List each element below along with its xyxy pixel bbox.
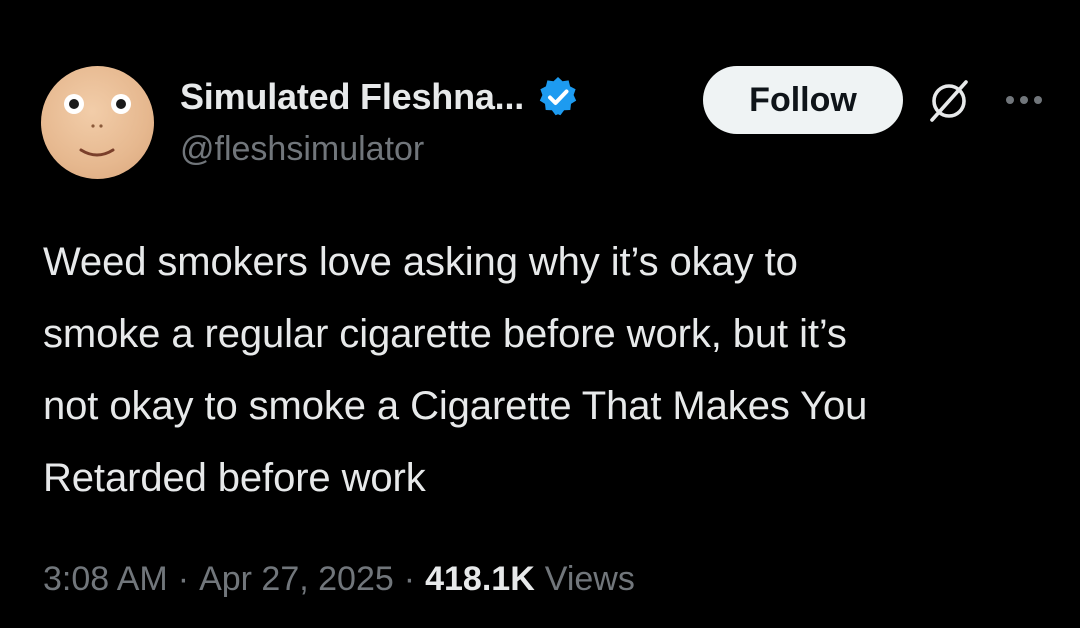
more-options-icon[interactable] [998,80,1050,120]
meta-separator: · [177,560,190,598]
views-count[interactable]: 418.1K [425,560,535,599]
follow-button[interactable]: Follow [703,66,903,134]
author-display-name[interactable]: Simulated Fleshna... [180,76,524,118]
views-label: Views [544,560,635,598]
grok-icon[interactable] [926,78,972,124]
tweet-card: Simulated Fleshna... @fleshsimulator Fol… [0,0,1080,628]
tweet-date[interactable]: Apr 27, 2025 [199,560,394,599]
avatar[interactable] [41,66,154,179]
tweet-time[interactable]: 3:08 AM [43,560,168,599]
author-handle[interactable]: @fleshsimulator [180,130,424,169]
author-name-row: Simulated Fleshna... [180,72,580,122]
meta-separator: · [403,560,416,598]
avatar-face-icon [64,94,131,157]
verified-badge-icon[interactable] [536,75,580,119]
tweet-text: Weed smokers love asking why it’s okay t… [43,240,868,500]
tweet-meta: 3:08 AM · Apr 27, 2025 · 418.1K Views [43,560,635,599]
